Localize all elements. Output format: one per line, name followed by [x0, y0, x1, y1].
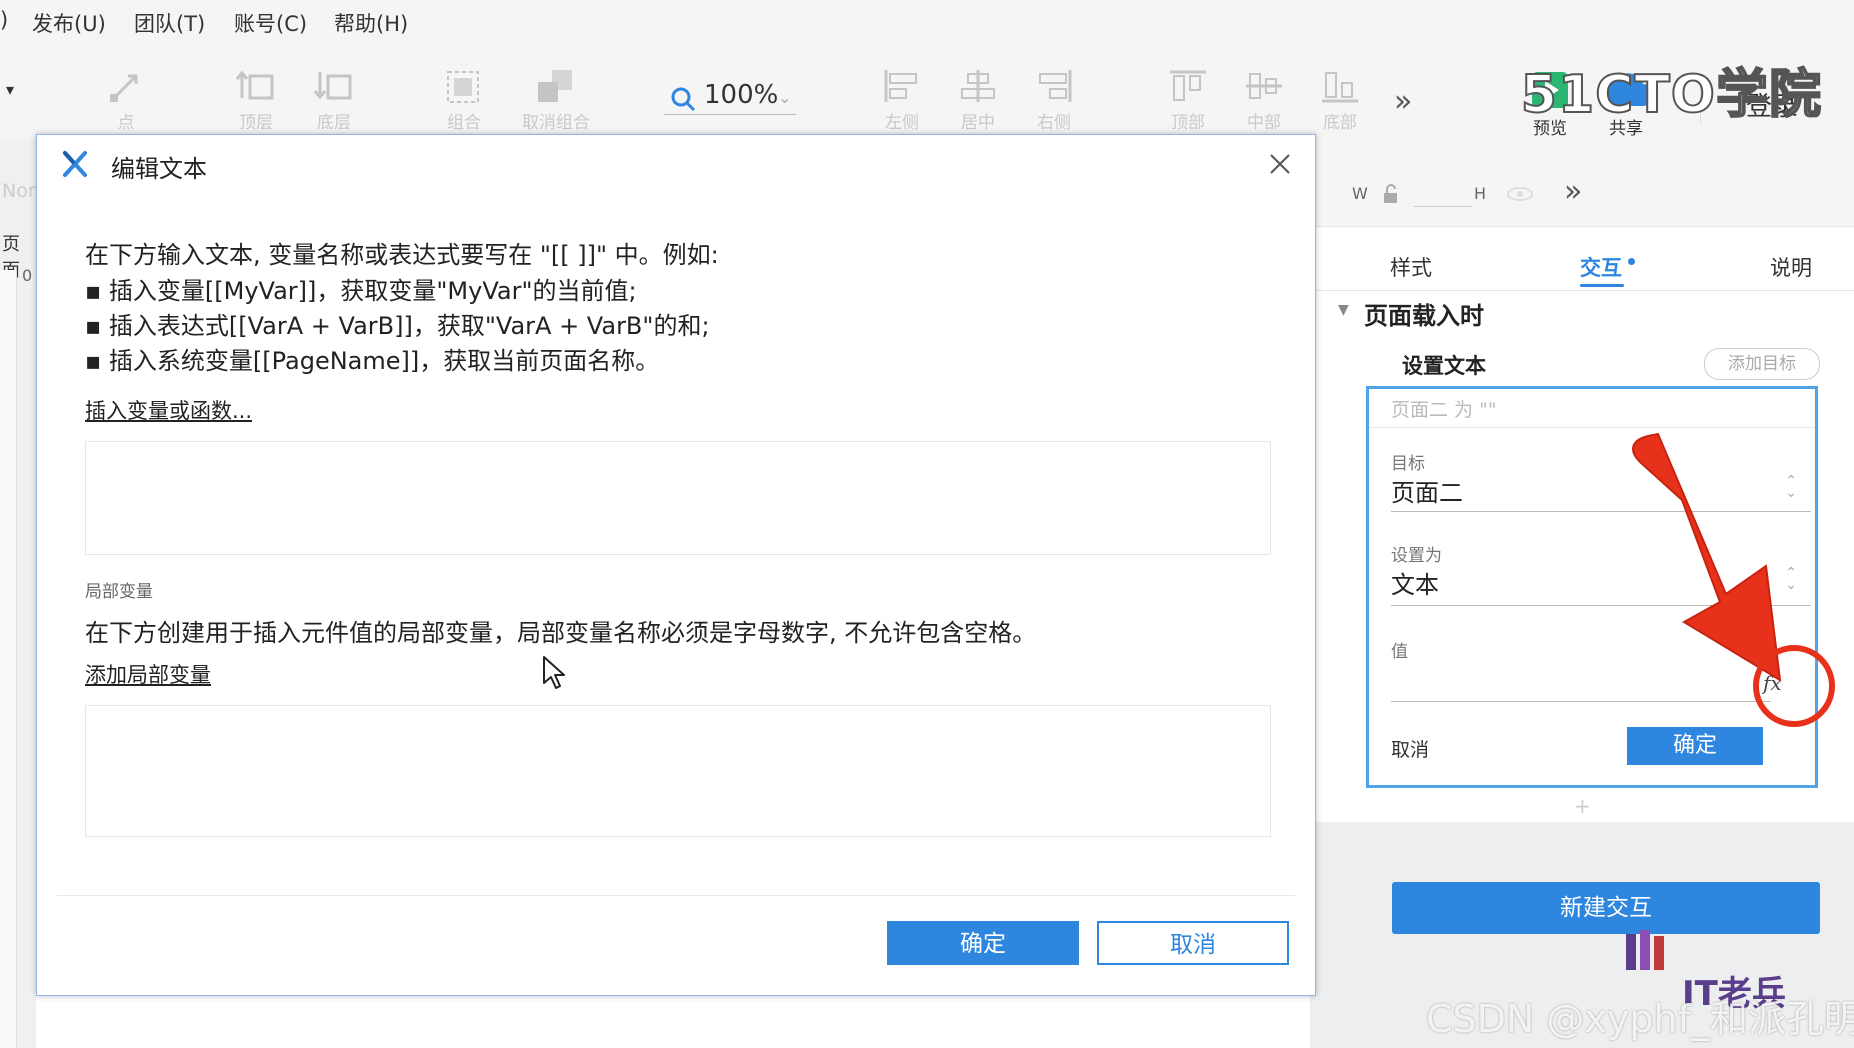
dialog-title: 编辑文本 [111, 155, 207, 183]
menu-publish[interactable]: 发布(U) [32, 8, 106, 38]
menu-cut-item[interactable]: ) [0, 8, 8, 32]
insert-variable-link[interactable]: 插入变量或函数... [85, 395, 252, 425]
align-middle-icon [1246, 73, 1282, 99]
align-middle-button[interactable]: 中部 [1234, 68, 1294, 140]
align-top-icon [1170, 70, 1206, 101]
dialog-ok-button[interactable]: 确定 [887, 921, 1079, 965]
local-variables-list[interactable] [85, 705, 1271, 837]
zoom-control[interactable]: 100% ⌄ [664, 78, 796, 115]
intro-line-1: 在下方输入文本, 变量名称或表达式要写在 "[[ ]]" 中。例如: [85, 241, 719, 269]
align-center-button[interactable]: 居中 [948, 68, 1008, 140]
intro-line-3: ▪ 插入表达式[[VarA + VarB]]，获取"VarA + VarB"的和… [85, 312, 710, 340]
zoom-level: 100% [704, 80, 779, 110]
dialog-footer-divider [57, 895, 1295, 896]
intro-line-2: ▪ 插入变量[[MyVar]]，获取变量"MyVar"的当前值; [85, 277, 637, 305]
align-top-button[interactable]: 顶部 [1158, 68, 1218, 140]
ruler-zero: 0 [22, 266, 33, 285]
menu-account[interactable]: 账号(C) [234, 8, 307, 38]
mouse-cursor-icon [543, 656, 565, 689]
local-variables-heading: 局部变量 [85, 582, 153, 602]
align-left-icon [884, 70, 917, 102]
add-local-variable-link[interactable]: 添加局部变量 [85, 659, 211, 689]
menu-team[interactable]: 团队(T) [134, 8, 205, 38]
annotation-arrow-icon [1632, 432, 1835, 727]
dialog-cancel-button[interactable]: 取消 [1097, 921, 1289, 965]
menu-bar: ) 发布(U) 团队(T) 账号(C) 帮助(H) [0, 0, 1854, 44]
intro-line-4: ▪ 插入系统变量[[PageName]]，获取当前页面名称。 [85, 347, 660, 375]
csdn-watermark: CSDN @xyphf_和派孔明 [1426, 997, 1854, 1041]
vertical-ruler [0, 270, 17, 1048]
inspector-panel: W H » ▾ 00 样式 交互 说明 ▼ 页面载入时 设置文本 添加目标 页面… [1110, 140, 1854, 1048]
close-icon[interactable] [1265, 149, 1295, 179]
align-bottom-button[interactable]: 底部 [1310, 68, 1370, 140]
align-bottom-icon [1322, 72, 1358, 103]
send-back-button[interactable]: 底层 [304, 68, 364, 140]
toolbar: ▾ 点 顶层 底层 组合 取消组合 100% ⌄ 左侧 居中 右侧 顶部 中部 … [0, 44, 1854, 141]
point-icon [110, 74, 138, 102]
app-logo-icon [63, 151, 87, 177]
menu-help[interactable]: 帮助(H) [334, 8, 408, 38]
left-panel-label: Nor [2, 180, 36, 202]
edit-text-dialog: 编辑文本 在下方输入文本, 变量名称或表达式要写在 "[[ ]]" 中。例如: … [36, 134, 1316, 996]
align-right-button[interactable]: 右侧 [1024, 68, 1084, 140]
bring-front-button[interactable]: 顶层 [226, 68, 286, 140]
point-button[interactable]: 点 [96, 68, 156, 140]
brand-watermark: 51CTO学院 [1520, 64, 1822, 126]
group-icon [447, 71, 479, 103]
bring-front-icon [235, 70, 274, 100]
send-back-icon [313, 72, 352, 100]
ungroup-icon [538, 70, 572, 102]
chevron-down-icon: ⌄ [778, 88, 792, 107]
ungroup-button[interactable]: 取消组合 [520, 68, 592, 140]
group-button[interactable]: 组合 [434, 68, 494, 140]
align-left-button[interactable]: 左侧 [872, 68, 932, 140]
search-icon [671, 87, 696, 112]
it-logo-icon [1620, 930, 1676, 974]
more-tools-icon[interactable]: » [1394, 84, 1412, 119]
text-input-area[interactable] [85, 441, 1271, 555]
align-center-icon [961, 70, 995, 102]
local-variables-description: 在下方创建用于插入元件值的局部变量，局部变量名称必须是字母数字, 不允许包含空格… [85, 619, 1037, 647]
align-right-icon [1039, 70, 1072, 102]
toolbar-dropdown-icon[interactable]: ▾ [6, 80, 14, 99]
